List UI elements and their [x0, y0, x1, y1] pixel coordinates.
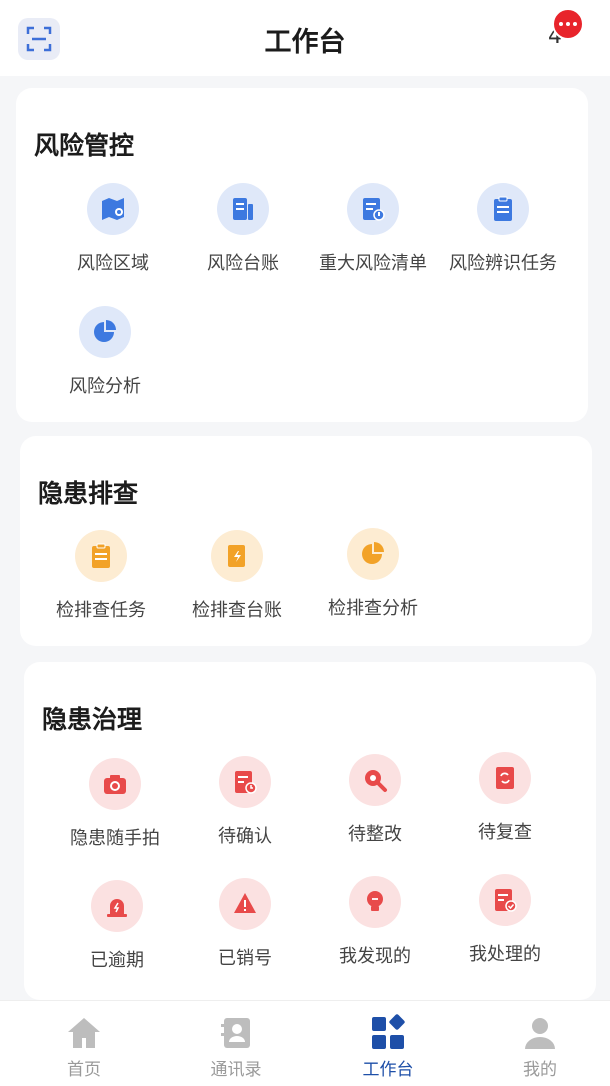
tab-label: 通讯录	[210, 1060, 262, 1080]
item-label: 风险辨识任务	[449, 253, 557, 274]
bottom-tab-bar: 首页 通讯录 工作台 我的	[0, 1000, 610, 1086]
section-title: 隐患排查	[38, 479, 139, 508]
tab-home[interactable]: 首页	[8, 1001, 160, 1086]
section-title: 隐患治理	[42, 705, 143, 734]
item-label: 重大风险清单	[319, 253, 427, 274]
grid-item-risk-ledger[interactable]: 风险台账	[178, 183, 308, 293]
grid-item-pending-confirmation[interactable]: 待确认	[180, 756, 310, 866]
contacts-icon	[216, 1013, 256, 1053]
tab-label: 首页	[67, 1060, 101, 1080]
warning-icon	[219, 878, 271, 930]
map-icon	[87, 183, 139, 235]
document-clock-icon	[219, 756, 271, 808]
clipboard-icon	[477, 183, 529, 235]
grid-item-closed[interactable]: 已销号	[180, 878, 310, 988]
item-label: 风险台账	[207, 253, 279, 274]
item-label: 检排查任务	[56, 600, 146, 621]
grid-item-overdue[interactable]: 已逾期	[52, 880, 182, 990]
clipboard-icon	[75, 530, 127, 582]
item-label: 已销号	[218, 948, 272, 969]
grid-item-inspection-ledger[interactable]: 检排查台账	[172, 530, 302, 640]
item-label: 我处理的	[469, 944, 541, 965]
user-icon	[520, 1013, 560, 1053]
grid-item-risk-analysis[interactable]: 风险分析	[40, 306, 170, 416]
tab-contacts[interactable]: 通讯录	[160, 1001, 312, 1086]
home-icon	[64, 1013, 104, 1053]
tab-mine[interactable]: 我的	[464, 1001, 610, 1086]
item-label: 检排查分析	[328, 598, 418, 619]
grid-item-risk-identification-task[interactable]: 风险辨识任务	[438, 183, 568, 293]
more-dots-icon[interactable]	[552, 8, 584, 40]
hazard-inspection-card: 隐患排查 检排查任务 检排查台账 检排查分析	[20, 436, 592, 646]
list-alert-icon	[347, 183, 399, 235]
grid-item-major-risk-list[interactable]: 重大风险清单	[308, 183, 438, 293]
page-title: 工作台	[264, 27, 346, 58]
wrench-gear-icon	[349, 754, 401, 806]
workbench-icon	[368, 1013, 408, 1053]
header-bar: 工作台 4	[0, 0, 610, 76]
ledger-icon	[211, 530, 263, 582]
tab-label: 工作台	[362, 1060, 414, 1080]
tab-workbench[interactable]: 工作台	[312, 1001, 464, 1086]
grid-item-handled-by-me[interactable]: 我处理的	[440, 874, 570, 984]
grid-item-hazard-snapshot[interactable]: 隐患随手拍	[50, 758, 180, 868]
hazard-governance-card: 隐患治理 隐患随手拍 待确认 待整改 待复查 已逾期 已销号 我发现的 我处理的	[24, 662, 596, 1000]
message-button[interactable]: 4	[548, 8, 598, 54]
ledger-icon	[217, 183, 269, 235]
grid-item-inspection-task[interactable]: 检排查任务	[36, 530, 166, 640]
alarm-icon	[91, 880, 143, 932]
bulb-icon	[349, 876, 401, 928]
item-label: 我发现的	[339, 946, 411, 967]
item-label: 待复查	[478, 822, 532, 843]
item-label: 检排查台账	[192, 600, 282, 621]
tab-label: 我的	[523, 1060, 557, 1080]
grid-item-pending-rectification[interactable]: 待整改	[310, 754, 440, 864]
pie-chart-icon	[347, 528, 399, 580]
pie-chart-icon	[79, 306, 131, 358]
item-label: 风险区域	[77, 253, 149, 274]
item-label: 待确认	[218, 826, 272, 847]
grid-item-pending-review[interactable]: 待复查	[440, 752, 570, 862]
grid-item-risk-area[interactable]: 风险区域	[48, 183, 178, 293]
item-label: 隐患随手拍	[70, 828, 160, 849]
document-check-icon	[479, 874, 531, 926]
item-label: 待整改	[348, 824, 402, 845]
grid-item-inspection-analysis[interactable]: 检排查分析	[308, 528, 438, 638]
item-label: 风险分析	[69, 376, 141, 397]
grid-item-found-by-me[interactable]: 我发现的	[310, 876, 440, 986]
camera-icon	[89, 758, 141, 810]
risk-control-card: 风险管控 风险区域 风险台账 重大风险清单 风险辨识任务 风险分析	[16, 88, 588, 422]
review-icon	[479, 752, 531, 804]
section-title: 风险管控	[34, 131, 135, 160]
